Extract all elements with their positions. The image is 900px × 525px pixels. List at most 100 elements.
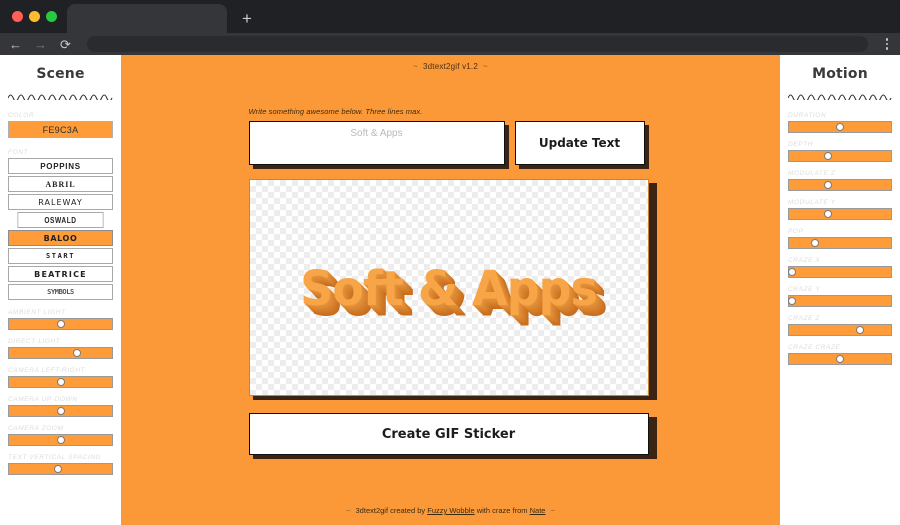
window-controls xyxy=(8,0,67,33)
font-option-beatrice[interactable]: BEATRICE xyxy=(8,266,113,282)
footer: ~3dtext2gif created by Fuzzy Wobble with… xyxy=(121,506,780,515)
font-option-label: SYMBOLS xyxy=(47,288,74,296)
close-window-button[interactable] xyxy=(12,11,23,22)
footer-dash-left: ~ xyxy=(346,506,351,515)
footer-dash-right: ~ xyxy=(550,506,555,515)
motion-panel: Motion DURATION DEPTH MODULATE Z MODULAT… xyxy=(780,55,900,525)
slider-pop: POP xyxy=(788,228,892,249)
slider-track[interactable] xyxy=(8,347,113,359)
font-option-raleway[interactable]: RALEWAY xyxy=(8,194,113,210)
update-text-shadow: Update Text xyxy=(514,121,649,169)
slider-thumb[interactable] xyxy=(823,152,832,160)
slider-text-vertical-spacing: TEXT VERTICAL SPACING xyxy=(8,454,113,475)
slider-track[interactable] xyxy=(788,266,892,278)
slider-label: POP xyxy=(788,228,804,235)
slider-track[interactable] xyxy=(788,295,892,307)
slider-label: CAMERA LEFT-RIGHT xyxy=(8,367,86,374)
wavy-divider xyxy=(788,94,892,100)
slider-thumb[interactable] xyxy=(810,239,819,247)
minimize-window-button[interactable] xyxy=(29,11,40,22)
create-gif-sticker-label: Create GIF Sticker xyxy=(381,426,516,442)
slider-thumb[interactable] xyxy=(823,210,832,218)
preview-3d-text: Soft & Apps xyxy=(300,259,598,316)
forward-icon[interactable]: → xyxy=(33,38,48,51)
update-text-button[interactable]: Update Text xyxy=(514,121,645,165)
back-icon[interactable]: ← xyxy=(8,38,23,51)
slider-thumb[interactable] xyxy=(56,436,65,444)
font-option-label: RALEWAY xyxy=(38,197,83,207)
slider-duration: DURATION xyxy=(788,112,892,133)
font-option-list: POPPINS ABRIL RALEWAY OSWALD BALOO START… xyxy=(8,158,113,300)
text-input-placeholder: Soft & Apps xyxy=(350,128,403,139)
helper-text: Write something awesome below. Three lin… xyxy=(248,107,423,116)
maximize-window-button[interactable] xyxy=(46,11,57,22)
slider-thumb[interactable] xyxy=(72,349,81,357)
font-field-label: FONT xyxy=(8,149,29,156)
slider-label: CAMERA UP-DOWN xyxy=(8,396,78,403)
slider-thumb[interactable] xyxy=(56,378,65,386)
slider-thumb[interactable] xyxy=(836,123,844,131)
slider-depth: DEPTH xyxy=(788,141,892,162)
slider-thumb[interactable] xyxy=(836,355,844,363)
slider-camera-up-down: CAMERA UP-DOWN xyxy=(8,396,113,417)
slider-label: CRAZE CRAZE xyxy=(788,344,841,351)
slider-thumb[interactable] xyxy=(56,407,65,415)
create-gif-shadow: Create GIF Sticker xyxy=(248,413,657,459)
new-tab-button[interactable]: + xyxy=(233,4,261,32)
slider-thumb[interactable] xyxy=(56,320,65,328)
slider-thumb[interactable] xyxy=(54,465,63,473)
font-option-start[interactable]: START xyxy=(8,248,113,264)
font-option-abril[interactable]: ABRIL xyxy=(8,176,113,192)
scene-panel: Scene COLOR FE9C3A FONT POPPINS ABRIL RA… xyxy=(0,55,121,525)
slider-track[interactable] xyxy=(788,150,892,162)
font-option-label: BEATRICE xyxy=(34,269,87,279)
slider-track[interactable] xyxy=(788,353,892,365)
slider-label: MODULATE Y xyxy=(788,199,836,206)
slider-label: CRAZE Y xyxy=(788,286,821,293)
preview-canvas-shadow: Soft & Apps xyxy=(248,179,657,400)
browser-menu-icon[interactable] xyxy=(882,38,893,50)
update-text-label: Update Text xyxy=(538,136,621,150)
text-input-shadow: Soft & Apps xyxy=(248,121,509,169)
font-option-baloo[interactable]: BALOO xyxy=(8,230,113,246)
app-title: ~3dtext2gif v1.2 ~ xyxy=(408,62,493,71)
slider-craze-x: CRAZE X xyxy=(788,257,892,278)
slider-track[interactable] xyxy=(788,208,892,220)
reload-icon[interactable]: ⟳ xyxy=(58,38,73,51)
slider-track[interactable] xyxy=(788,121,892,133)
browser-tab[interactable] xyxy=(67,4,227,33)
slider-thumb[interactable] xyxy=(856,326,865,334)
font-option-poppins[interactable]: POPPINS xyxy=(8,158,113,174)
slider-track[interactable] xyxy=(788,179,892,191)
slider-thumb[interactable] xyxy=(823,181,832,189)
slider-track[interactable] xyxy=(8,376,113,388)
preview-canvas[interactable]: Soft & Apps xyxy=(248,179,649,396)
address-bar[interactable] xyxy=(87,36,868,52)
slider-craze-y: CRAZE Y xyxy=(788,286,892,307)
slider-thumb[interactable] xyxy=(788,268,797,276)
slider-track[interactable] xyxy=(788,324,892,336)
slider-ambient-light: AMBIENT LIGHT xyxy=(8,309,113,330)
footer-link-fuzzy-wobble[interactable]: Fuzzy Wobble xyxy=(427,506,474,515)
slider-track[interactable] xyxy=(8,318,113,330)
slider-label: CAMERA ZOOM xyxy=(8,425,64,432)
slider-track[interactable] xyxy=(8,463,113,475)
font-option-symbols[interactable]: SYMBOLS xyxy=(8,284,113,300)
slider-track[interactable] xyxy=(788,237,892,249)
slider-label: DIRECT LIGHT xyxy=(8,338,61,345)
slider-thumb[interactable] xyxy=(788,297,797,305)
slider-modulate-z: MODULATE Z xyxy=(788,170,892,191)
create-gif-sticker-button[interactable]: Create GIF Sticker xyxy=(248,413,649,455)
title-dash-right: ~ xyxy=(483,62,488,71)
title-dash-left: ~ xyxy=(413,62,418,71)
font-option-label: POPPINS xyxy=(40,161,81,171)
text-input[interactable]: Soft & Apps xyxy=(248,121,505,165)
tab-strip: + xyxy=(0,0,900,33)
footer-link-nate[interactable]: Nate xyxy=(530,506,546,515)
color-value-field[interactable]: FE9C3A xyxy=(8,121,113,138)
plus-icon: + xyxy=(242,8,252,28)
slider-track[interactable] xyxy=(8,434,113,446)
slider-label: TEXT VERTICAL SPACING xyxy=(8,454,102,461)
font-option-oswald[interactable]: OSWALD xyxy=(17,212,104,228)
slider-track[interactable] xyxy=(8,405,113,417)
